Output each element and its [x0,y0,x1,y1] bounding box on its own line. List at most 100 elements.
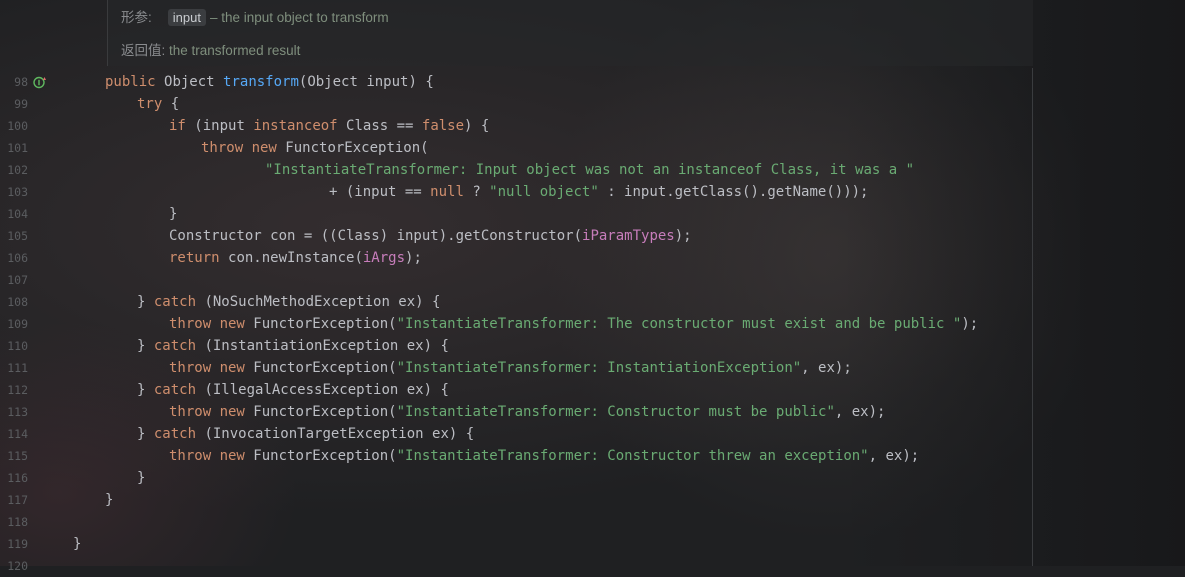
code-token-plain: ? [472,184,490,200]
code-token-str: "InstantiateTransformer: InstantiationEx… [396,360,802,376]
code-line[interactable]: } catch (InvocationTargetException ex) { [137,423,474,445]
line-number-gutter: 98 99 100 101 102 103 104 105 106 107 108 109 110 111… [0,0,60,573]
code-token-fld: iParamTypes [582,228,675,244]
right-margin-guide [1032,68,1033,566]
line-number: 99 [14,97,28,111]
code-token-kw: catch [153,338,205,354]
doc-param-desc: – the input object to transform [209,10,389,25]
line-number: 119 [7,537,28,551]
code-token-kw: throw new [169,316,254,332]
code-token-str: "InstantiateTransformer: Input object wa… [265,162,915,178]
code-line[interactable]: throw new FunctorException("InstantiateT… [169,357,852,379]
code-token-plain: (NoSuchMethodException ex) { [204,294,441,310]
code-token-plain: con.newInstance( [228,250,363,266]
code-token-plain: } [137,294,154,310]
code-token-plain: Class == [346,118,422,134]
code-token-plain: (input [194,118,254,134]
code-token-kw: instanceof [253,118,347,134]
javadoc-rendered-block: 形参: input – the input object to transform … [107,0,1033,66]
line-number: 113 [7,405,28,419]
doc-param-name: input [167,9,206,26]
code-line[interactable]: } [169,203,177,225]
code-token-plain: ); [405,250,422,266]
code-token-plain: } [137,382,154,398]
code-token-kw: public [105,74,165,90]
code-line[interactable]: throw new FunctorException( [201,137,429,159]
code-line[interactable]: throw new FunctorException("InstantiateT… [169,313,978,335]
line-number: 106 [7,251,28,265]
code-line[interactable]: } [105,489,113,511]
code-token-plain: : input.getClass().getName())); [607,184,869,200]
code-line[interactable]: if (input instanceof Class == false) { [169,115,489,137]
code-token-plain: (InstantiationException ex) { [204,338,449,354]
code-line[interactable]: } catch (IllegalAccessException ex) { [137,379,449,401]
line-number: 115 [7,449,28,463]
code-token-plain: ) { [464,118,490,134]
code-line[interactable]: throw new FunctorException("InstantiateT… [169,445,919,467]
code-token-kw: throw new [169,360,254,376]
doc-return-label: 返回值: [121,43,166,58]
code-token-plain: } [137,470,146,486]
code-token-kw: catch [153,426,205,442]
doc-return-line: 返回值: the transformed result [121,39,300,59]
code-token-plain: { [170,96,180,112]
code-token-plain: } [169,206,178,222]
line-number: 103 [7,185,28,199]
code-token-kw: null [430,184,473,200]
line-number: 120 [7,559,28,573]
line-number: 111 [7,361,28,375]
doc-param-line: 形参: input – the input object to transform [121,6,389,26]
code-token-kw: try [137,96,171,112]
line-number: 101 [7,141,28,155]
line-number: 118 [7,515,28,529]
code-token-plain: , ex); [834,404,886,420]
code-line[interactable]: try { [137,93,179,115]
code-token-fn: transform [223,74,299,90]
code-token-kw: throw new [169,404,254,420]
code-line[interactable]: throw new FunctorException("InstantiateT… [169,401,885,423]
code-token-fld: iArgs [362,250,406,266]
doc-return-desc: the transformed result [169,43,301,58]
line-number: 104 [7,207,28,221]
code-line[interactable]: } catch (InstantiationException ex) { [137,335,449,357]
code-token-plain: } [105,492,114,508]
code-token-plain: ); [674,228,692,244]
code-token-plain: FunctorException( [253,448,397,464]
code-token-plain: (InvocationTargetException ex) { [204,426,475,442]
code-line[interactable]: + (input == null ? "null object" : input… [329,181,868,203]
code-line[interactable]: public Object transform(Object input) { [105,71,434,93]
code-line[interactable]: } catch (NoSuchMethodException ex) { [137,291,440,313]
line-number: 109 [7,317,28,331]
code-token-plain: , ex); [868,448,920,464]
code-token-kw: catch [153,294,205,310]
code-token-plain: } [137,426,154,442]
line-number: 117 [7,493,28,507]
code-line[interactable]: } [73,533,81,555]
code-token-str: "null object" [489,184,608,200]
code-line[interactable]: "InstantiateTransformer: Input object wa… [265,159,914,181]
line-number: 114 [7,427,28,441]
code-token-kw: catch [153,382,205,398]
code-token-plain: Object [164,74,224,90]
code-token-kw: throw new [201,140,286,156]
line-number: 107 [7,273,28,287]
code-token-str: "InstantiateTransformer: The constructor… [396,316,962,332]
code-token-plain: FunctorException( [253,360,397,376]
code-token-kw: return [169,250,229,266]
code-line[interactable]: return con.newInstance(iArgs); [169,247,422,269]
implements-method-icon[interactable] [33,75,47,89]
code-token-kw: if [169,118,195,134]
code-line[interactable]: Constructor con = ((Class) input).getCon… [169,225,692,247]
code-token-plain: ); [961,316,979,332]
code-line[interactable]: } [137,467,145,489]
code-token-plain: (Object input) { [298,74,434,90]
line-number: 100 [7,119,28,133]
line-number: 98 [14,75,28,89]
code-token-plain: FunctorException( [253,404,397,420]
line-number: 102 [7,163,28,177]
line-number: 108 [7,295,28,309]
code-token-plain: FunctorException( [285,140,429,156]
code-token-plain: } [137,338,154,354]
code-token-plain: } [73,536,82,552]
line-number: 105 [7,229,28,243]
